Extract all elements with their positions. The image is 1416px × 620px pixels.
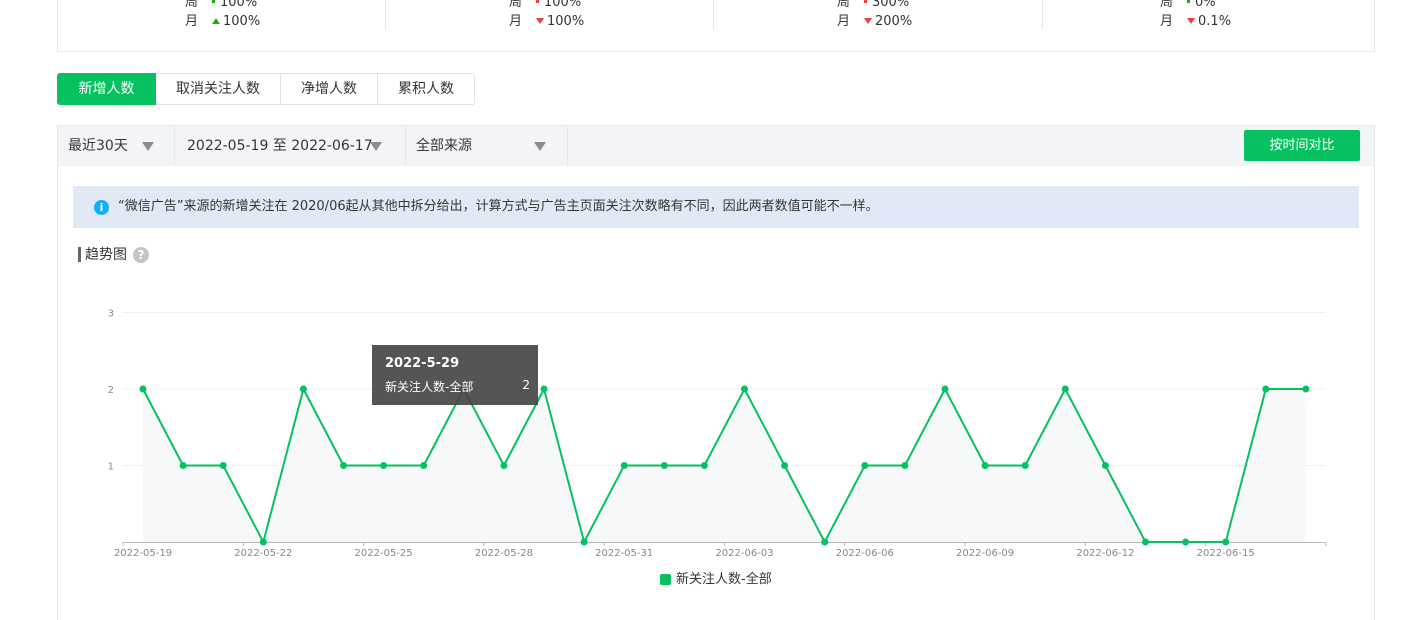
data-point bbox=[741, 385, 748, 393]
x-tick-label: 2022-05-22 bbox=[234, 548, 292, 559]
legend-label: 新关注人数-全部 bbox=[676, 572, 772, 587]
data-point bbox=[1222, 538, 1230, 546]
x-tick-label: 2022-06-09 bbox=[956, 548, 1014, 559]
data-point bbox=[1142, 538, 1149, 546]
data-point bbox=[1182, 538, 1190, 546]
x-tick-label: 2022-05-19 bbox=[114, 548, 172, 559]
data-point bbox=[340, 462, 347, 469]
data-point bbox=[299, 385, 307, 393]
x-tick-label: 2022-05-25 bbox=[355, 548, 413, 559]
data-point bbox=[259, 538, 267, 546]
data-point bbox=[981, 462, 989, 469]
tooltip-series: 新关注人数-全部 bbox=[385, 380, 474, 394]
data-point bbox=[700, 462, 708, 469]
tooltip-date: 2022-5-29 bbox=[385, 356, 460, 371]
chart-tooltip: 2022-5-29 新关注人数-全部 2 bbox=[372, 345, 538, 405]
trend-line-chart: 1 2 3 2022-05-19 2022-05-22 2022-05-25 2022-05… bbox=[108, 309, 1327, 559]
data-point bbox=[861, 462, 869, 469]
x-tick-label: 2022-05-31 bbox=[595, 548, 653, 559]
x-tick-label: 2022-06-15 bbox=[1197, 548, 1255, 559]
data-point bbox=[1061, 385, 1069, 393]
x-tick-label: 2022-05-28 bbox=[475, 548, 533, 559]
data-point bbox=[580, 538, 588, 546]
data-point bbox=[901, 462, 909, 469]
x-tick-label: 2022-06-06 bbox=[836, 548, 894, 559]
data-point bbox=[781, 462, 789, 469]
data-point bbox=[941, 385, 949, 393]
data-point bbox=[660, 462, 668, 469]
data-point bbox=[620, 462, 628, 469]
data-point bbox=[1021, 462, 1029, 469]
legend-swatch bbox=[660, 574, 671, 585]
x-tick-label: 2022-06-03 bbox=[715, 548, 773, 559]
data-point bbox=[1262, 385, 1270, 393]
data-point bbox=[500, 462, 508, 469]
data-point bbox=[821, 538, 829, 546]
data-point bbox=[1101, 462, 1109, 469]
data-point bbox=[179, 462, 187, 469]
y-tick-label: 3 bbox=[108, 309, 114, 320]
tooltip-value: 2 bbox=[522, 378, 530, 392]
data-point bbox=[420, 462, 428, 469]
data-point bbox=[219, 462, 227, 469]
data-point bbox=[139, 385, 147, 393]
data-point bbox=[1302, 385, 1310, 393]
data-point bbox=[540, 385, 548, 393]
data-point bbox=[380, 462, 388, 469]
x-tick-label: 2022-06-12 bbox=[1076, 548, 1134, 559]
y-tick-label: 1 bbox=[108, 462, 114, 473]
y-tick-label: 2 bbox=[108, 385, 114, 396]
